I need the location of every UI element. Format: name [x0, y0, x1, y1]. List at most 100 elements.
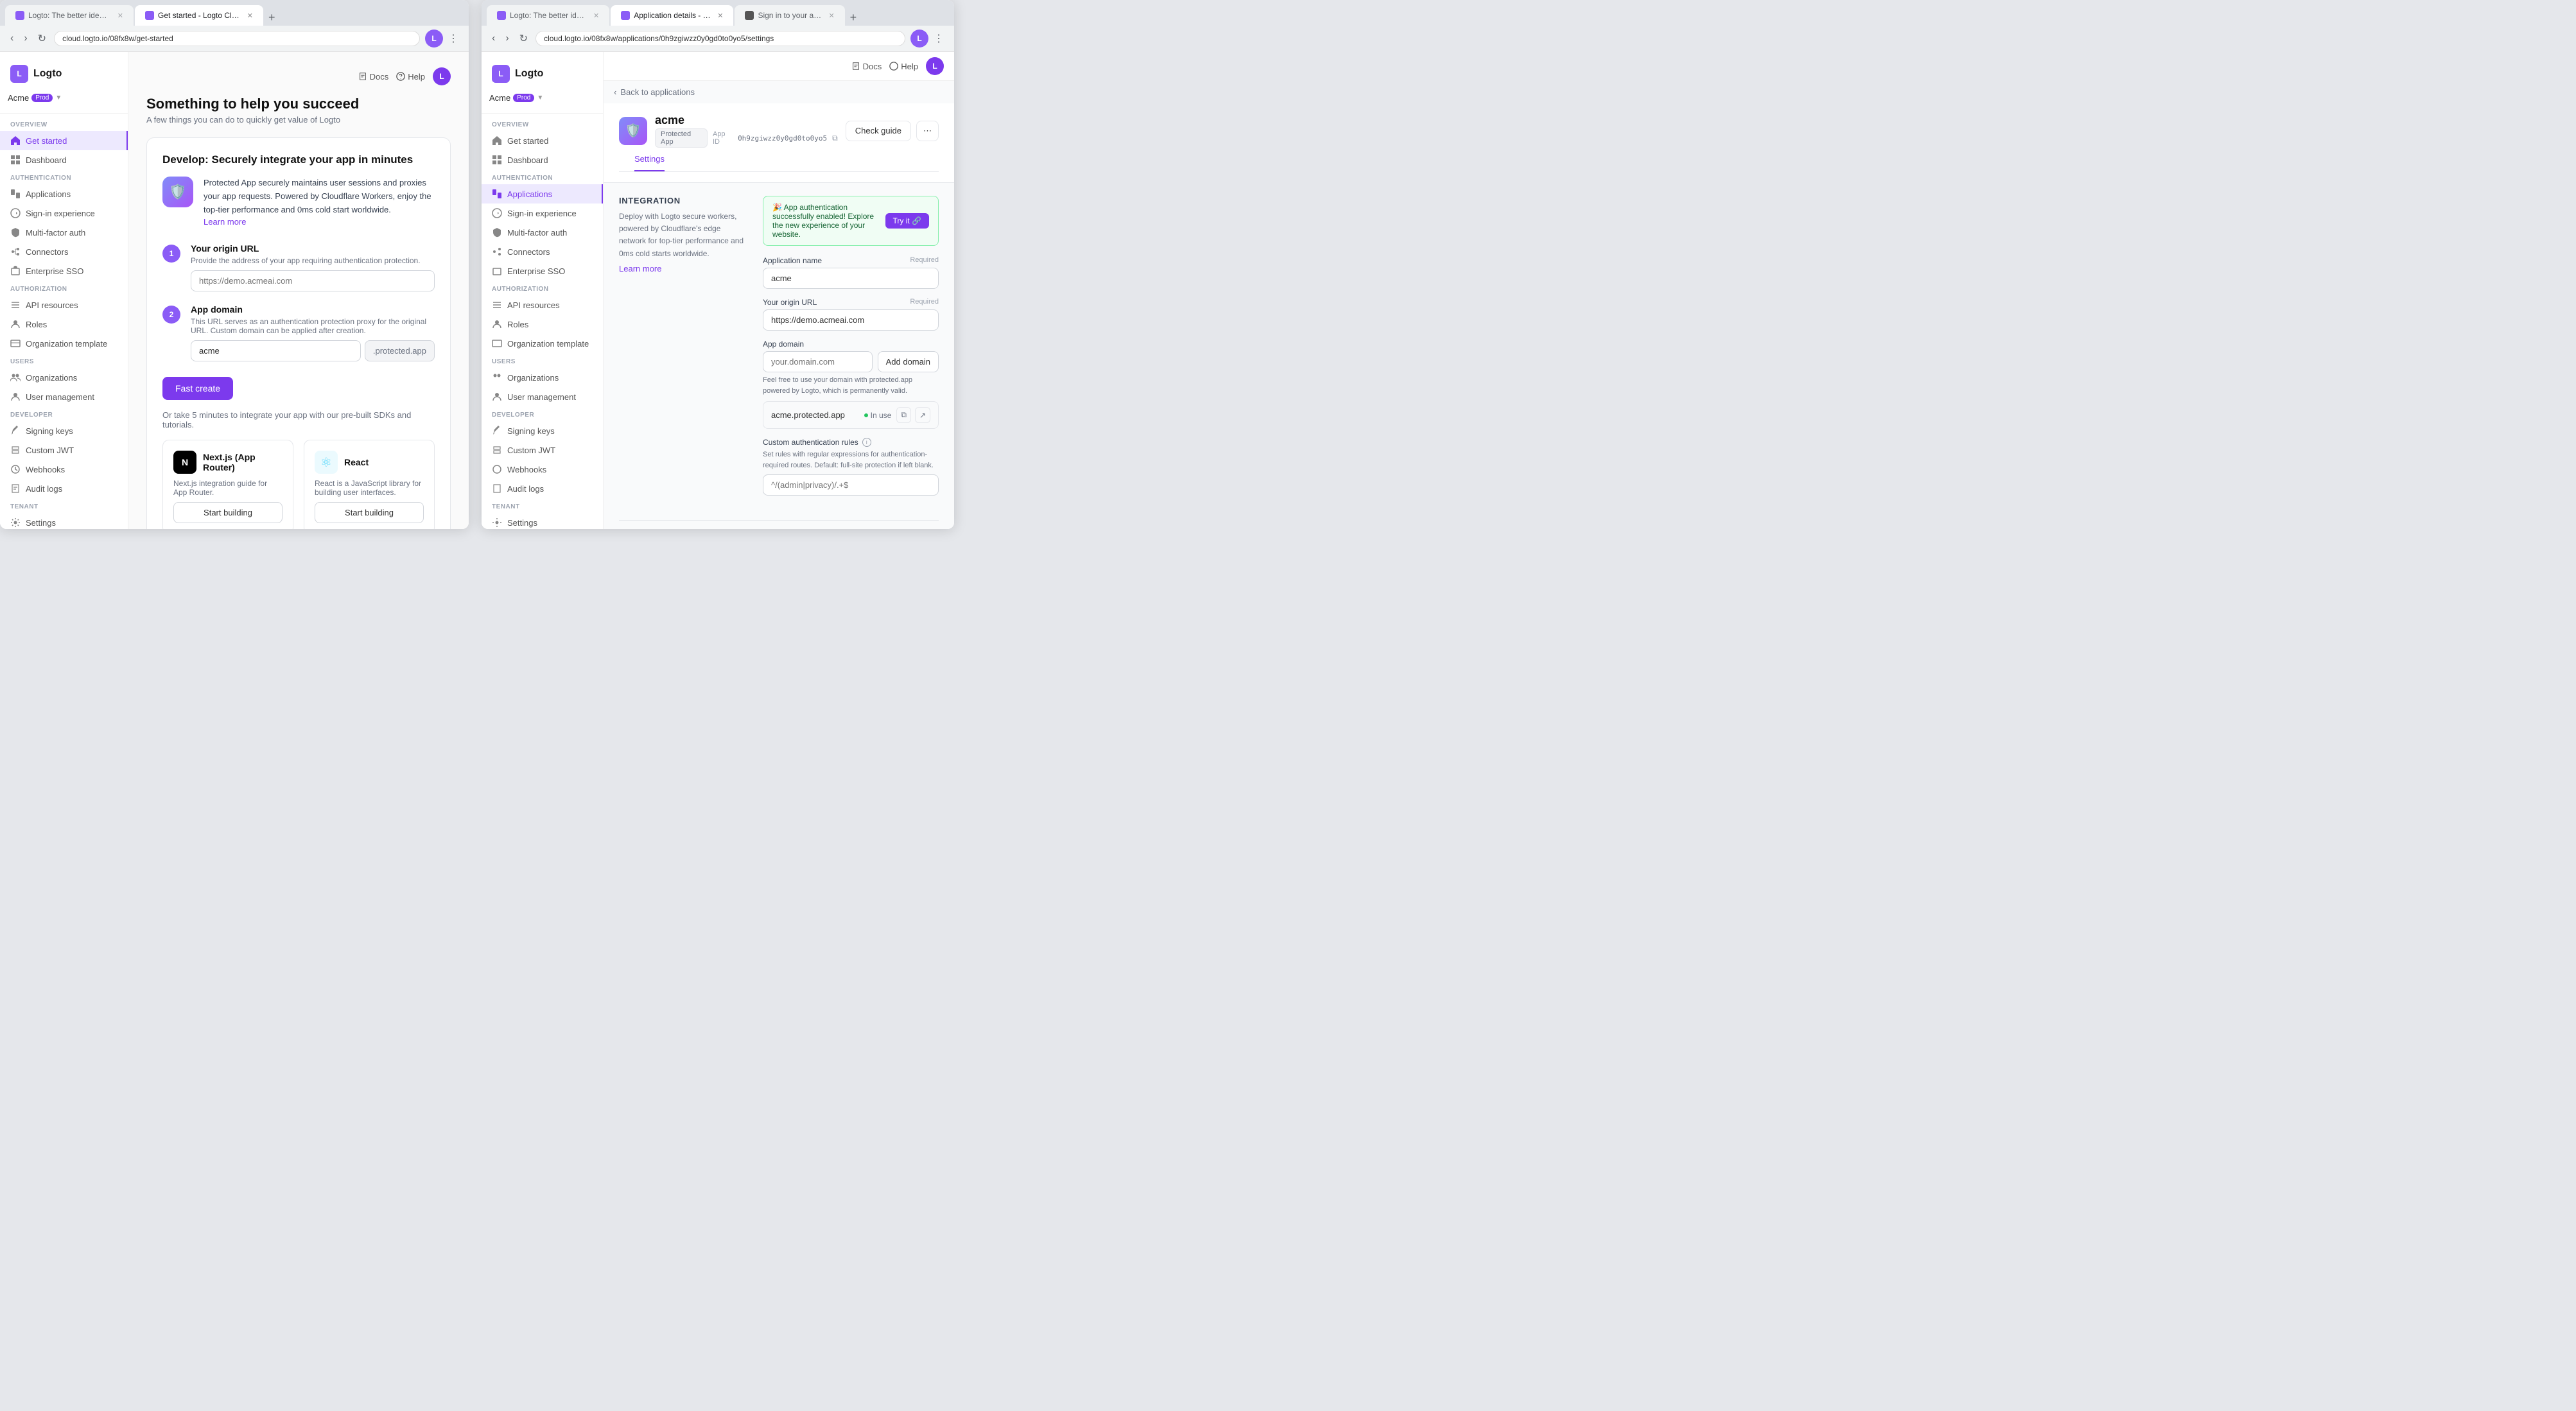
- sidebar-item-orgs-left[interactable]: Organizations: [0, 368, 128, 387]
- env-badge-left: Prod: [31, 94, 53, 102]
- back-btn-right[interactable]: ‹: [489, 31, 498, 46]
- help-button-left[interactable]: Help: [396, 72, 425, 82]
- right-help-button[interactable]: Help: [889, 62, 918, 71]
- sidebar-item-settings-left[interactable]: Settings: [0, 513, 128, 529]
- open-domain-button[interactable]: ↗: [915, 407, 930, 423]
- tab-bar-right: Logto: The better identity inf... ✕ Appl…: [482, 0, 954, 26]
- sidebar-item-applications-left[interactable]: Applications: [0, 184, 128, 203]
- app-avatar: 🛡️: [619, 117, 647, 145]
- right-roles-icon: [492, 319, 502, 329]
- user-avatar-right[interactable]: L: [910, 30, 928, 48]
- right-user-avatar-top[interactable]: L: [926, 57, 944, 75]
- tab-close-right-1[interactable]: ✕: [593, 12, 599, 20]
- tenant-badge-left[interactable]: Acme Prod ▼: [0, 91, 128, 110]
- right-sidebar-item-audit[interactable]: Audit logs: [482, 479, 603, 498]
- refresh-btn-right[interactable]: ↻: [517, 31, 530, 46]
- sidebar-item-signing-left[interactable]: Signing keys: [0, 421, 128, 440]
- right-sidebar-item-connectors[interactable]: Connectors: [482, 242, 603, 261]
- copy-app-id-button[interactable]: ⧉: [832, 134, 838, 143]
- step-2-content: App domain This URL serves as an authent…: [191, 304, 435, 361]
- tab-close-right-3[interactable]: ✕: [828, 12, 834, 20]
- sidebar-item-org-template-left[interactable]: Organization template: [0, 334, 128, 353]
- custom-auth-rules-info-icon[interactable]: i: [862, 438, 871, 447]
- sidebar-item-connectors-left[interactable]: Connectors: [0, 242, 128, 261]
- right-sidebar-label-webhooks: Webhooks: [507, 465, 546, 474]
- domain-input[interactable]: [191, 340, 361, 361]
- right-sidebar-item-org-template[interactable]: Organization template: [482, 334, 603, 353]
- right-docs-button[interactable]: Docs: [851, 62, 882, 71]
- refresh-btn-left[interactable]: ↻: [35, 31, 49, 46]
- url-box-left[interactable]: cloud.logto.io/08fx8w/get-started: [54, 31, 420, 46]
- app-domain-input[interactable]: [763, 351, 873, 372]
- tab-right-1[interactable]: Logto: The better identity inf... ✕: [487, 5, 609, 26]
- right-sidebar-item-roles[interactable]: Roles: [482, 315, 603, 334]
- app-name: acme: [655, 114, 838, 127]
- copy-domain-button[interactable]: ⧉: [896, 407, 911, 423]
- start-building-react[interactable]: Start building: [315, 502, 424, 523]
- sidebar-item-enterprise-left[interactable]: Enterprise SSO: [0, 261, 128, 281]
- right-sidebar-item-get-started[interactable]: Get started: [482, 131, 603, 150]
- tab-left-1[interactable]: Logto: The better identity inf... ✕: [5, 5, 134, 26]
- right-tenant-badge[interactable]: Acme Prod ▼: [482, 91, 603, 110]
- more-options-button[interactable]: ⋯: [916, 121, 939, 141]
- user-avatar-left[interactable]: L: [425, 30, 443, 48]
- right-sidebar-label-connectors: Connectors: [507, 247, 550, 257]
- menu-btn-right[interactable]: ⋮: [931, 30, 946, 48]
- user-avatar-top-left[interactable]: L: [433, 67, 451, 85]
- tab-right-3[interactable]: Sign in to your account ✕: [735, 5, 844, 26]
- back-btn-left[interactable]: ‹: [8, 31, 16, 46]
- sidebar-item-roles-left[interactable]: Roles: [0, 315, 128, 334]
- right-sidebar-item-settings[interactable]: Settings: [482, 513, 603, 529]
- learn-more-link[interactable]: Learn more: [204, 217, 246, 227]
- forward-btn-left[interactable]: ›: [21, 31, 30, 46]
- forward-btn-right[interactable]: ›: [503, 31, 511, 46]
- new-tab-button-left[interactable]: +: [265, 11, 279, 24]
- tab-close-right-2[interactable]: ✕: [717, 12, 723, 20]
- right-sidebar-item-signing[interactable]: Signing keys: [482, 421, 603, 440]
- app-name-input[interactable]: [763, 268, 939, 289]
- custom-auth-rules-input[interactable]: [763, 474, 939, 496]
- url-box-right[interactable]: cloud.logto.io/08fx8w/applications/0h9zg…: [535, 31, 905, 46]
- right-sidebar-item-webhooks[interactable]: Webhooks: [482, 460, 603, 479]
- tab-close-left-2[interactable]: ✕: [247, 12, 253, 20]
- sidebar-item-api-left[interactable]: API resources: [0, 295, 128, 315]
- new-tab-button-right[interactable]: +: [846, 11, 861, 24]
- sidebar-item-get-started-left[interactable]: Get started: [0, 131, 128, 150]
- origin-url-form-input[interactable]: [763, 309, 939, 331]
- sidebar-item-mfa-left[interactable]: Multi-factor auth: [0, 223, 128, 242]
- right-sidebar-item-signin[interactable]: Sign-in experience: [482, 203, 603, 223]
- start-building-next[interactable]: Start building: [173, 502, 283, 523]
- sidebar-item-custom-jwt-left[interactable]: Custom JWT: [0, 440, 128, 460]
- origin-url-input[interactable]: [191, 270, 435, 291]
- integration-learn-more[interactable]: Learn more: [619, 264, 747, 273]
- right-sidebar-label-applications: Applications: [507, 189, 552, 199]
- try-it-button[interactable]: Try it 🔗: [885, 213, 930, 229]
- tenant-name-left: Acme: [8, 93, 29, 103]
- sidebar-item-signin-left[interactable]: Sign-in experience: [0, 203, 128, 223]
- right-sidebar-item-api[interactable]: API resources: [482, 295, 603, 315]
- tab-left-2[interactable]: Get started - Logto Cloud ✕: [135, 5, 263, 26]
- docs-button-left[interactable]: Docs: [358, 72, 389, 82]
- app-name-area: acme Protected App App ID 0h9zgiwzz0y0gd…: [655, 114, 838, 148]
- right-sidebar-item-orgs[interactable]: Organizations: [482, 368, 603, 387]
- tab-close-left-1[interactable]: ✕: [117, 12, 123, 20]
- right-sidebar-item-applications[interactable]: Applications: [482, 184, 603, 203]
- home-icon-left: [10, 135, 21, 146]
- check-guide-button[interactable]: Check guide: [846, 121, 911, 141]
- sidebar-item-user-mgmt-left[interactable]: User management: [0, 387, 128, 406]
- right-sidebar-item-enterprise[interactable]: Enterprise SSO: [482, 261, 603, 281]
- fast-create-button[interactable]: Fast create: [162, 377, 233, 400]
- back-to-applications-link[interactable]: ‹ Back to applications: [604, 81, 954, 103]
- tab-settings[interactable]: Settings: [634, 148, 665, 171]
- right-sidebar-item-user-mgmt[interactable]: User management: [482, 387, 603, 406]
- sidebar-item-dashboard-left[interactable]: Dashboard: [0, 150, 128, 169]
- right-sidebar-item-dashboard[interactable]: Dashboard: [482, 150, 603, 169]
- tab-right-2[interactable]: Application details - Logto Cl... ✕: [611, 5, 733, 26]
- sidebar-item-audit-left[interactable]: Audit logs: [0, 479, 128, 498]
- sidebar-item-webhooks-left[interactable]: Webhooks: [0, 460, 128, 479]
- app-meta: Protected App App ID 0h9zgiwzz0y0gd0to0y…: [655, 128, 838, 148]
- menu-btn-left[interactable]: ⋮: [446, 30, 461, 48]
- right-sidebar-item-custom-jwt[interactable]: Custom JWT: [482, 440, 603, 460]
- add-domain-button[interactable]: Add domain: [878, 351, 939, 372]
- right-sidebar-item-mfa[interactable]: Multi-factor auth: [482, 223, 603, 242]
